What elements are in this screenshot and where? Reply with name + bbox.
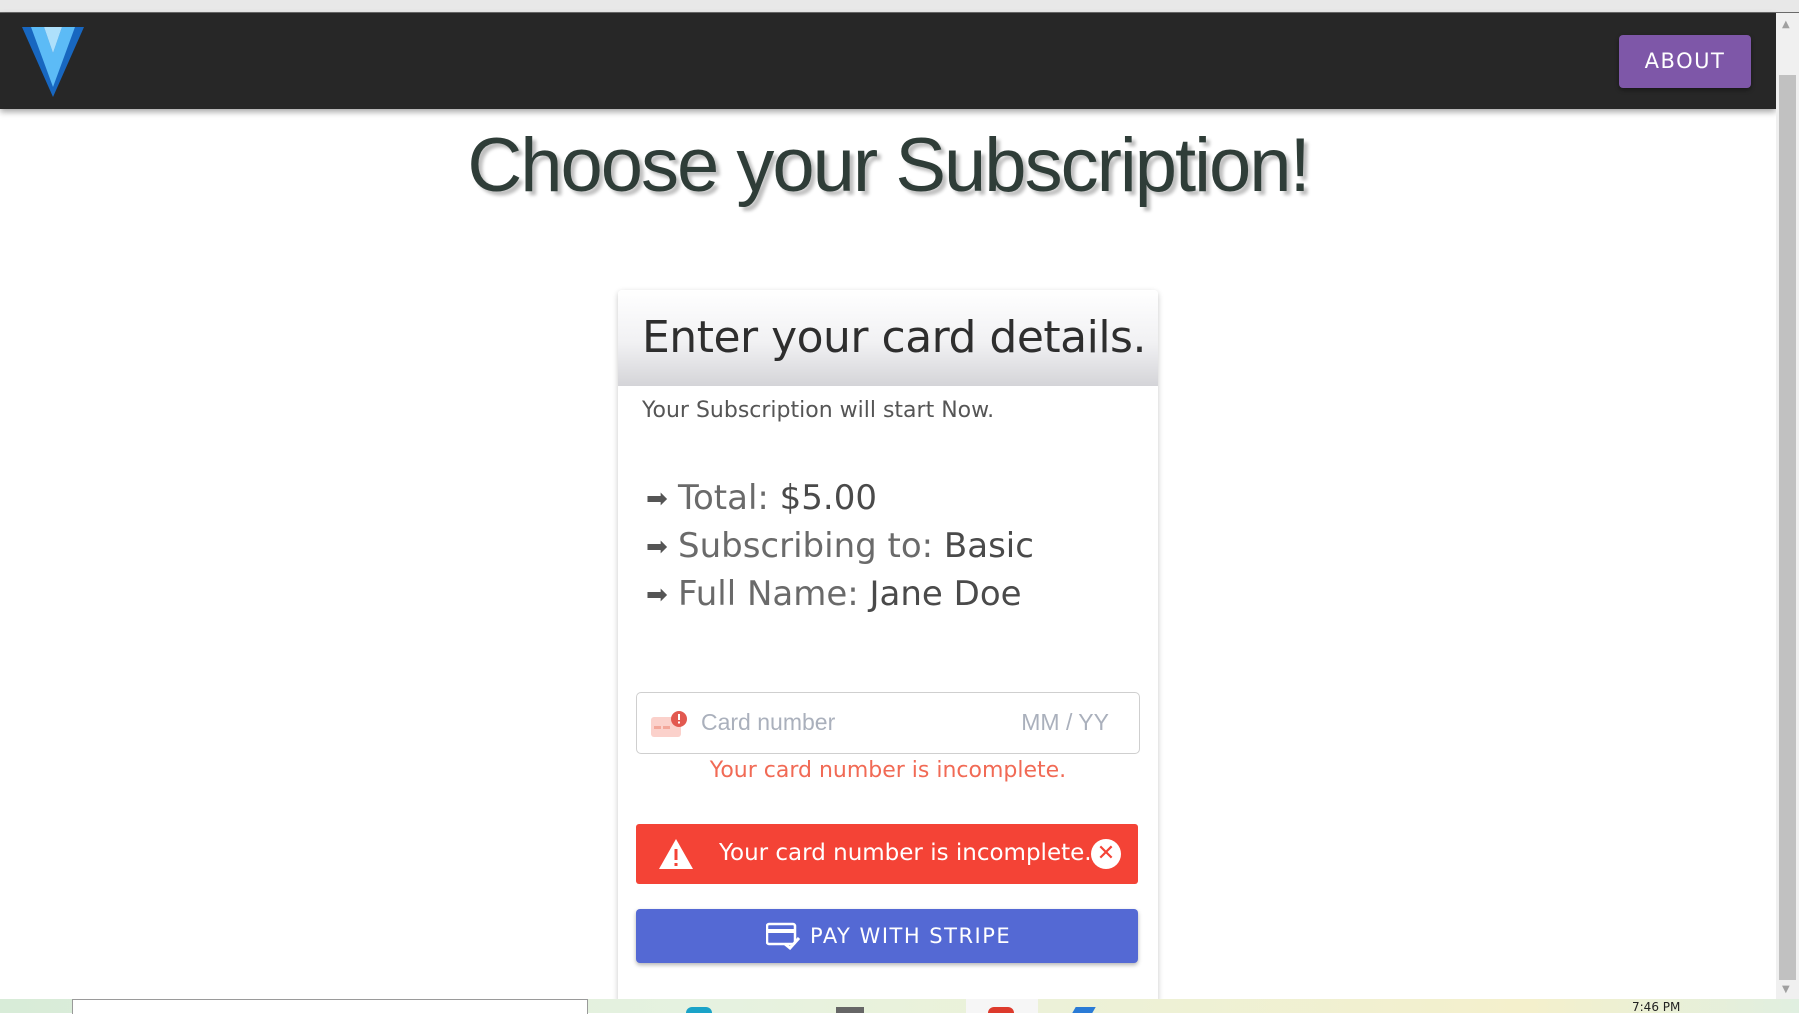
taskbar-app-icon[interactable] (686, 1007, 712, 1013)
card-number-field[interactable]: Card number MM / YY (636, 692, 1140, 754)
detail-label: Full Name: (678, 574, 870, 614)
scroll-thumb[interactable] (1779, 75, 1796, 980)
pay-with-stripe-button[interactable]: PAY WITH STRIPE (636, 909, 1138, 963)
detail-value: Basic (943, 526, 1034, 566)
taskbar-chrome-icon[interactable] (988, 1007, 1014, 1013)
vuetify-v-logo-icon[interactable] (22, 25, 84, 97)
app-bar: ABOUT (0, 13, 1776, 109)
expiry-placeholder[interactable]: MM / YY (1021, 709, 1109, 736)
error-alert: Your card number is incomplete. ✕ (636, 824, 1138, 884)
card-error-icon (651, 711, 687, 737)
taskbar-clock: 7:46 PM (1632, 1000, 1681, 1014)
card-title: Enter your card details. (642, 312, 1146, 363)
detail-full-name: ➡ Full Name: Jane Doe (646, 574, 1034, 622)
warning-icon (659, 839, 693, 869)
detail-value: $5.00 (779, 478, 878, 518)
scroll-down-arrow-icon[interactable]: ▼ (1782, 984, 1790, 995)
detail-plan: ➡ Subscribing to: Basic (646, 526, 1034, 574)
payment-card: Enter your card details. Your Subscripti… (618, 290, 1158, 1003)
browser-top-edge (0, 0, 1799, 13)
detail-value: Jane Doe (869, 574, 1022, 614)
detail-label: Total: (678, 478, 780, 518)
scroll-up-arrow-icon[interactable]: ▲ (1782, 19, 1790, 30)
order-details: ➡ Total: $5.00 ➡ Subscribing to: Basic ➡ Fu… (646, 478, 1034, 622)
alert-message: Your card number is incomplete. (719, 840, 1092, 866)
card-number-placeholder[interactable]: Card number (701, 709, 835, 736)
subscription-start-text: Your Subscription will start Now. (642, 398, 995, 423)
arrow-right-icon: ➡ (646, 532, 668, 562)
taskbar-search-box[interactable] (72, 999, 588, 1014)
taskbar-app-icon[interactable] (836, 1007, 864, 1013)
page-scrollbar[interactable]: ▲ ▼ (1776, 13, 1799, 999)
detail-total: ➡ Total: $5.00 (646, 478, 1034, 526)
detail-label: Subscribing to: (678, 526, 944, 566)
arrow-right-icon: ➡ (646, 580, 668, 610)
credit-card-check-icon (766, 922, 800, 950)
about-button[interactable]: ABOUT (1619, 35, 1751, 88)
taskbar-app-icon[interactable] (1072, 1007, 1096, 1013)
card-inline-error: Your card number is incomplete. (709, 758, 1067, 783)
arrow-right-icon: ➡ (646, 484, 668, 514)
os-taskbar: 7:46 PM (0, 999, 1799, 1014)
page-title: Choose your Subscription! (467, 123, 1310, 208)
close-circle-icon[interactable]: ✕ (1091, 839, 1121, 869)
pay-button-label: PAY WITH STRIPE (810, 924, 1012, 948)
